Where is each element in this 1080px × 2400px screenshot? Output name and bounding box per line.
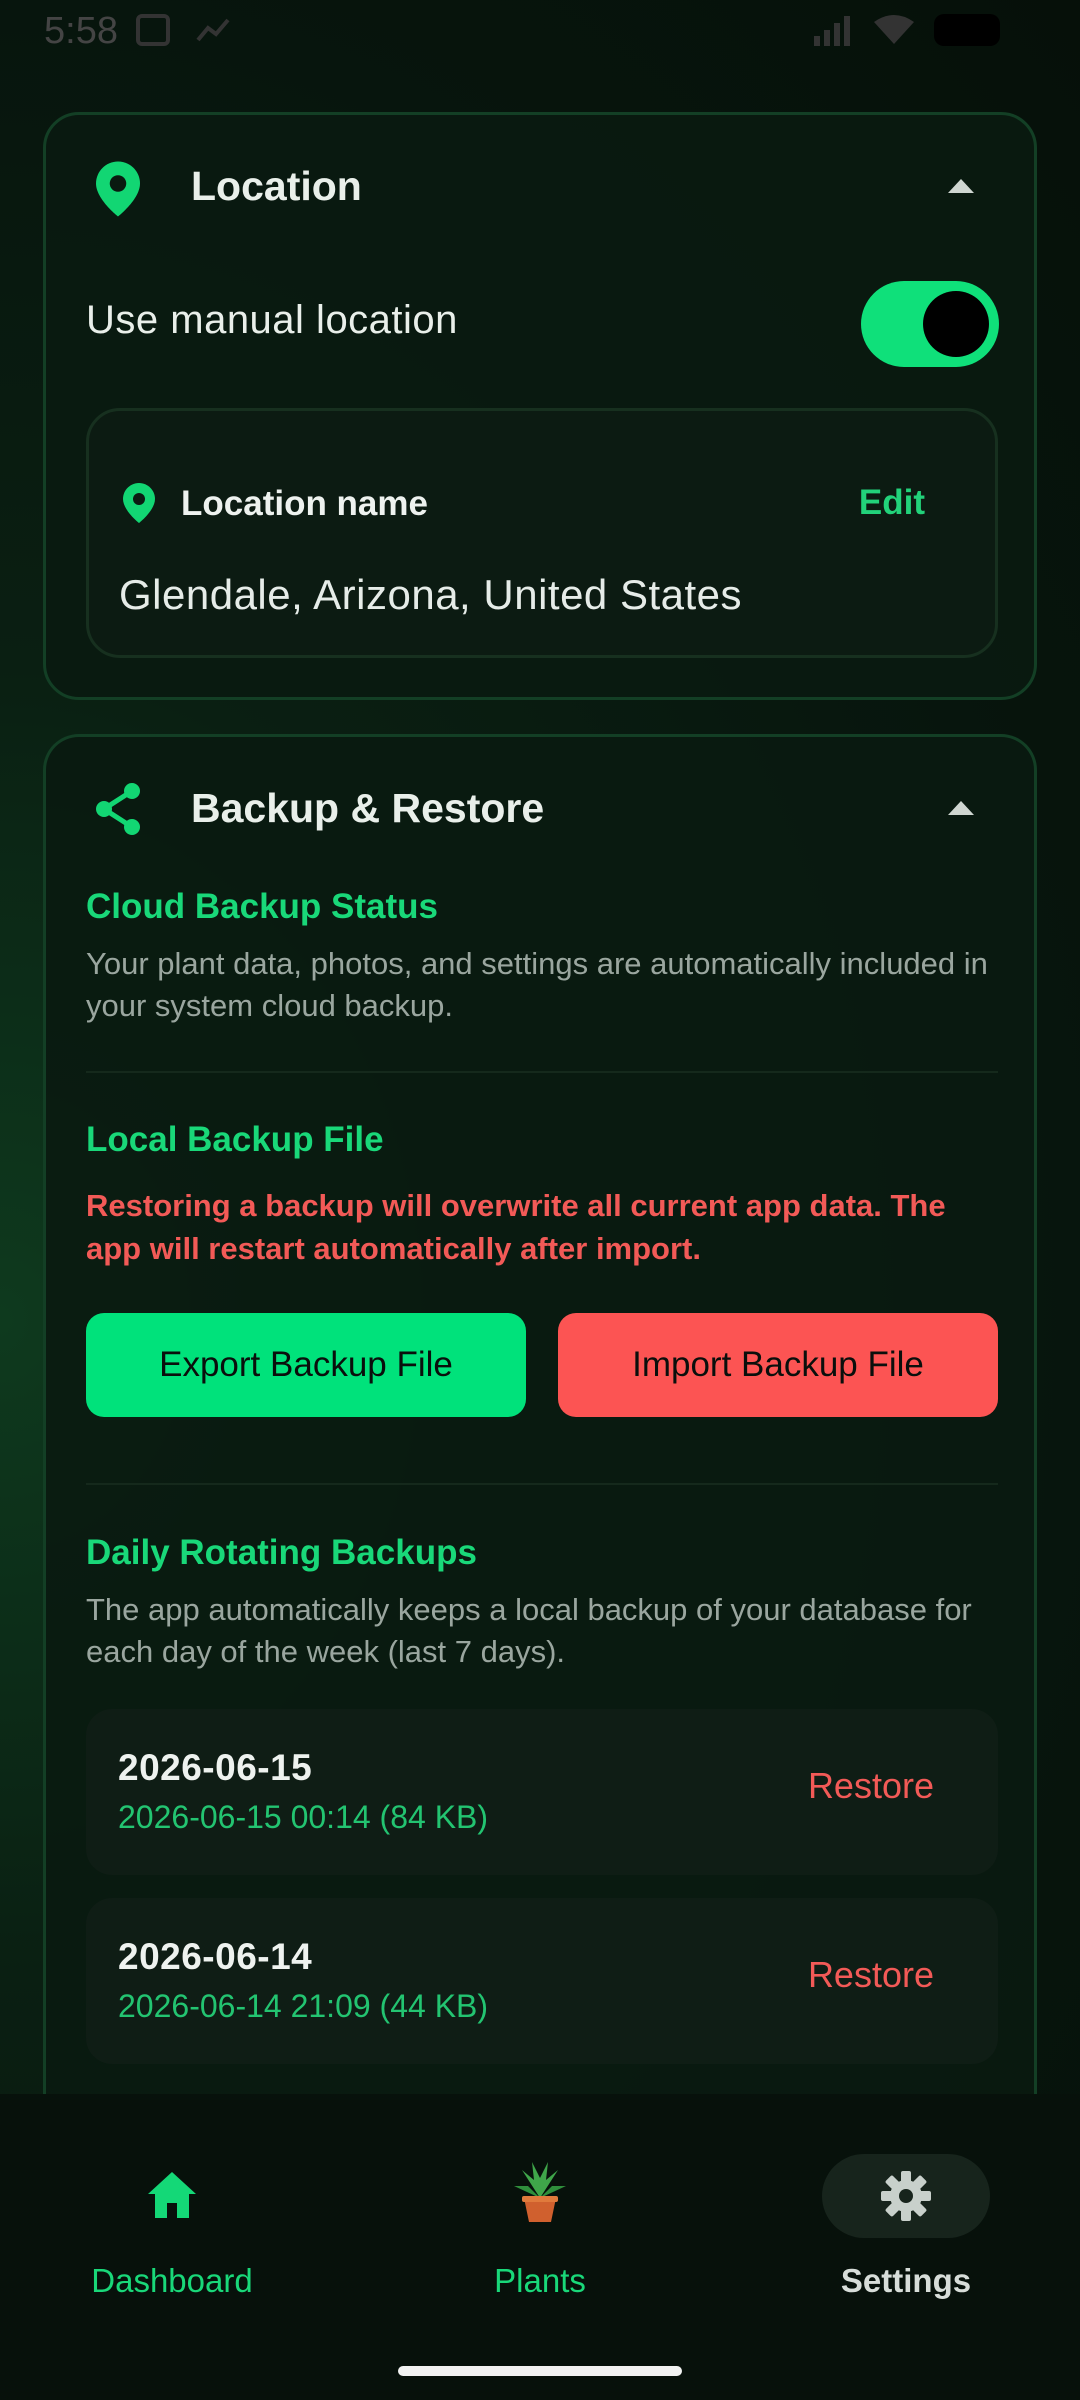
import-backup-button[interactable]: Import Backup File — [558, 1313, 998, 1417]
collapse-chevron-icon[interactable] — [948, 801, 974, 815]
status-bar: 5:58 — [0, 0, 1080, 60]
nav-dashboard[interactable]: Dashboard — [52, 2154, 292, 2304]
trend-icon — [196, 18, 230, 42]
nav-settings[interactable]: Settings — [786, 2154, 1026, 2304]
manual-location-toggle[interactable] — [861, 281, 999, 367]
nav-plants-label: Plants — [494, 2262, 586, 2299]
daily-backups-title: Daily Rotating Backups — [86, 1533, 477, 1572]
backup-list-item: 2026-06-14 2026-06-14 21:09 (44 KB) Rest… — [86, 1898, 998, 2064]
nav-icon-container — [456, 2154, 624, 2238]
backup-date: 2026-06-14 — [118, 1936, 313, 1977]
restore-warning: Restoring a backup will overwrite all cu… — [86, 1188, 946, 1266]
battery-icon — [934, 14, 1000, 46]
wifi-icon — [874, 15, 914, 44]
share-icon — [96, 783, 140, 835]
backup-restore-card: Backup & Restore Cloud Backup Status You… — [43, 734, 1037, 2094]
potted-plant-icon — [514, 2162, 566, 2222]
home-indicator[interactable] — [398, 2366, 682, 2376]
map-pin-icon — [123, 483, 155, 523]
divider — [86, 1483, 998, 1485]
toggle-knob — [923, 291, 989, 357]
backup-card-title: Backup & Restore — [191, 785, 545, 831]
map-pin-icon — [96, 161, 140, 217]
divider — [86, 1071, 998, 1073]
status-time: 5:58 — [44, 10, 118, 52]
backup-meta: 2026-06-15 00:14 (84 KB) — [118, 1799, 489, 1835]
cloud-backup-desc: Your plant data, photos, and settings ar… — [86, 946, 988, 1023]
backup-list-item: 2026-06-15 2026-06-15 00:14 (84 KB) Rest… — [86, 1709, 998, 1875]
nav-icon-container — [88, 2154, 256, 2238]
nav-plants[interactable]: Plants — [420, 2154, 660, 2304]
gear-icon — [881, 2171, 931, 2221]
bottom-navigation: Dashboard Plants Settings — [0, 2094, 1080, 2400]
export-backup-button[interactable]: Export Backup File — [86, 1313, 526, 1417]
nav-settings-label: Settings — [840, 2262, 972, 2299]
cloud-backup-title: Cloud Backup Status — [86, 887, 438, 926]
location-name-label: Location name — [181, 484, 428, 523]
notification-card-icon — [136, 14, 170, 46]
backup-meta: 2026-06-14 21:09 (44 KB) — [118, 1988, 489, 2024]
collapse-chevron-icon[interactable] — [948, 179, 974, 193]
edit-location-button[interactable]: Edit — [859, 483, 925, 523]
location-value: Glendale, Arizona, United States — [119, 571, 743, 618]
nav-dashboard-label: Dashboard — [91, 2262, 253, 2299]
restore-button[interactable]: Restore — [808, 1954, 934, 1996]
restore-button[interactable]: Restore — [808, 1765, 934, 1807]
location-card: Location Use manual location Location na… — [43, 112, 1037, 700]
backup-date: 2026-06-15 — [118, 1747, 313, 1788]
location-card-title: Location — [191, 163, 362, 209]
local-backup-title: Local Backup File — [86, 1120, 384, 1159]
nav-icon-selected-pill — [822, 2154, 990, 2238]
manual-location-label: Use manual location — [86, 298, 458, 342]
signal-icon — [814, 16, 850, 46]
home-icon — [148, 2172, 196, 2218]
location-name-box: Location name Edit Glendale, Arizona, Un… — [86, 408, 998, 658]
daily-backups-desc: The app automatically keeps a local back… — [86, 1592, 972, 1669]
